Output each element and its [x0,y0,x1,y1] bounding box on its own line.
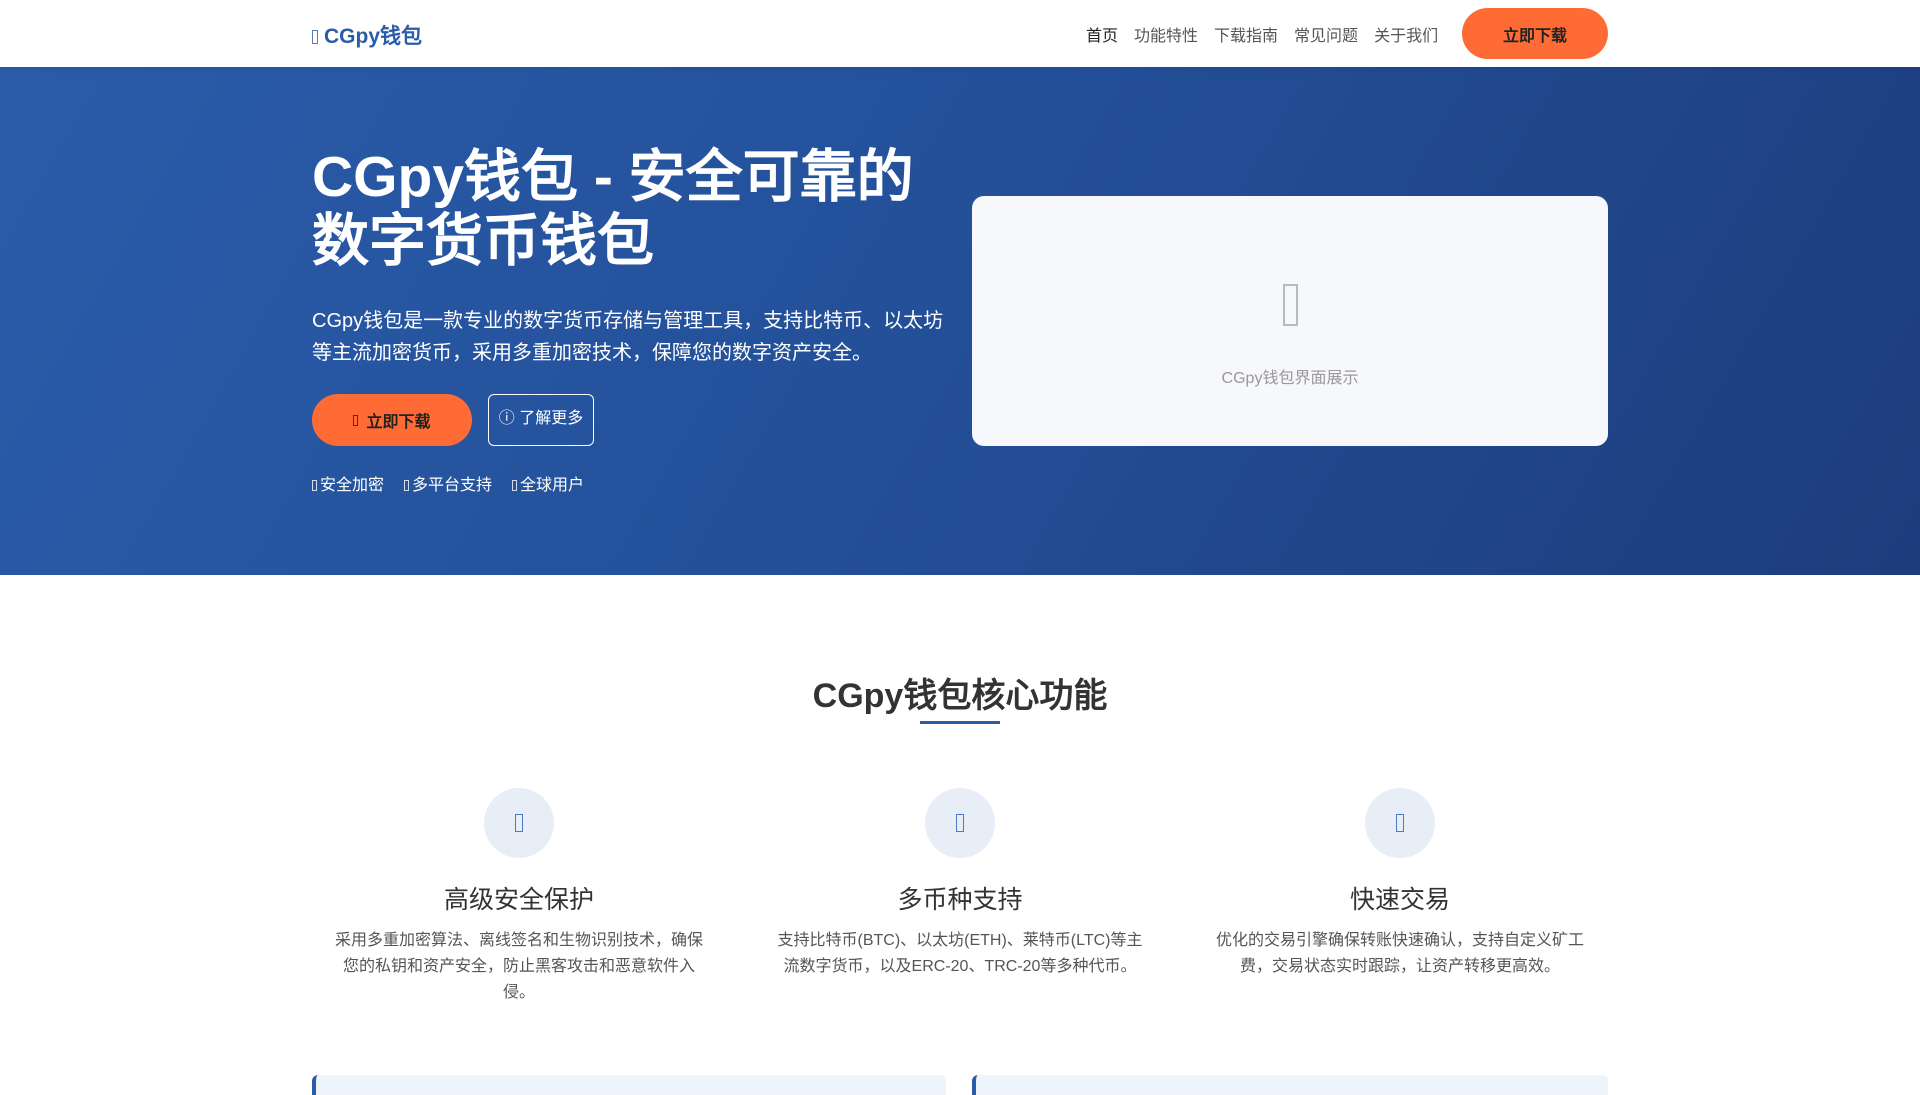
hero-feature: 安全加密 [312,471,384,495]
feature-card: 快速交易 优化的交易引擎确保转账快速确认，支持自定义矿工费，交易状态实时跟踪，让… [1210,788,1590,980]
feature-desc: 优化的交易引擎确保转账快速确认，支持自定义矿工费，交易状态实时跟踪，让资产转移更… [1215,932,1584,975]
globe-icon [512,480,518,492]
logo[interactable]: CGpy钱包 [312,20,422,50]
hero-title: CGpy钱包 - 安全可靠的数字货币钱包 [312,145,914,273]
logo-text: CGpy钱包 [324,25,423,48]
hero-description: CGpy钱包是一款专业的数字货币存储与管理工具，支持比特币、以太坊等主流加密货币… [312,310,944,364]
hero-feature-list: 安全加密 多平台支持 全球用户 [312,471,584,495]
nav-download-guide[interactable]: 下载指南 [1214,22,1278,46]
lock-icon [312,480,317,492]
site-header: CGpy钱包 首页 功能特性 下载指南 常见问题 关于我们 立即下载 [0,0,1920,67]
hero-section: CGpy钱包 - 安全可靠的数字货币钱包 CGpy钱包是一款专业的数字货币存储与… [0,67,1920,575]
devices-icon [404,480,410,492]
mobile-icon [1282,284,1298,326]
features-title: CGpy钱包核心功能 [812,677,1108,715]
info-card [312,1075,946,1095]
info-icon: ⓘ [498,410,520,427]
download-button[interactable]: 立即下载 [312,394,472,446]
hero-feature: 全球用户 [512,471,584,495]
download-button-label: 立即下载 [366,414,431,431]
hero-feature-label: 安全加密 [320,477,385,494]
app-preview-placeholder: CGpy钱包界面展示 [972,196,1608,446]
header-download-button[interactable]: 立即下载 [1462,8,1608,59]
feature-card: 高级安全保护 采用多重加密算法、离线签名和生物识别技术，确保您的私钥和资产安全，… [329,788,709,1006]
feature-desc: 支持比特币(BTC)、以太坊(ETH)、莱特币(LTC)等主流数字货币，以及ER… [777,932,1143,975]
nav-about[interactable]: 关于我们 [1374,22,1438,46]
hero-feature: 多平台支持 [404,471,492,495]
nav-faq[interactable]: 常见问题 [1294,22,1358,46]
feature-title: 多币种支持 [897,886,1023,914]
coins-icon [925,788,995,858]
feature-card: 多币种支持 支持比特币(BTC)、以太坊(ETH)、莱特币(LTC)等主流数字货… [770,788,1150,980]
info-card [972,1075,1608,1095]
main-nav: 首页 功能特性 下载指南 常见问题 关于我们 [1086,22,1438,46]
wallet-icon [312,30,318,45]
feature-title: 高级安全保护 [443,886,594,914]
learn-more-label: 了解更多 [519,410,584,427]
feature-title: 快速交易 [1349,886,1450,914]
learn-more-button[interactable]: ⓘ 了解更多 [488,394,594,446]
shield-icon [484,788,554,858]
bolt-icon [1365,788,1435,858]
download-icon [353,414,359,426]
hero-feature-label: 全球用户 [520,477,585,494]
feature-desc: 采用多重加密算法、离线签名和生物识别技术，确保您的私钥和资产安全，防止黑客攻击和… [334,932,703,1001]
nav-home[interactable]: 首页 [1086,22,1118,46]
title-underline [920,721,1000,724]
nav-features[interactable]: 功能特性 [1134,22,1198,46]
hero-feature-label: 多平台支持 [412,477,493,494]
app-preview-caption: CGpy钱包界面展示 [1221,370,1359,387]
